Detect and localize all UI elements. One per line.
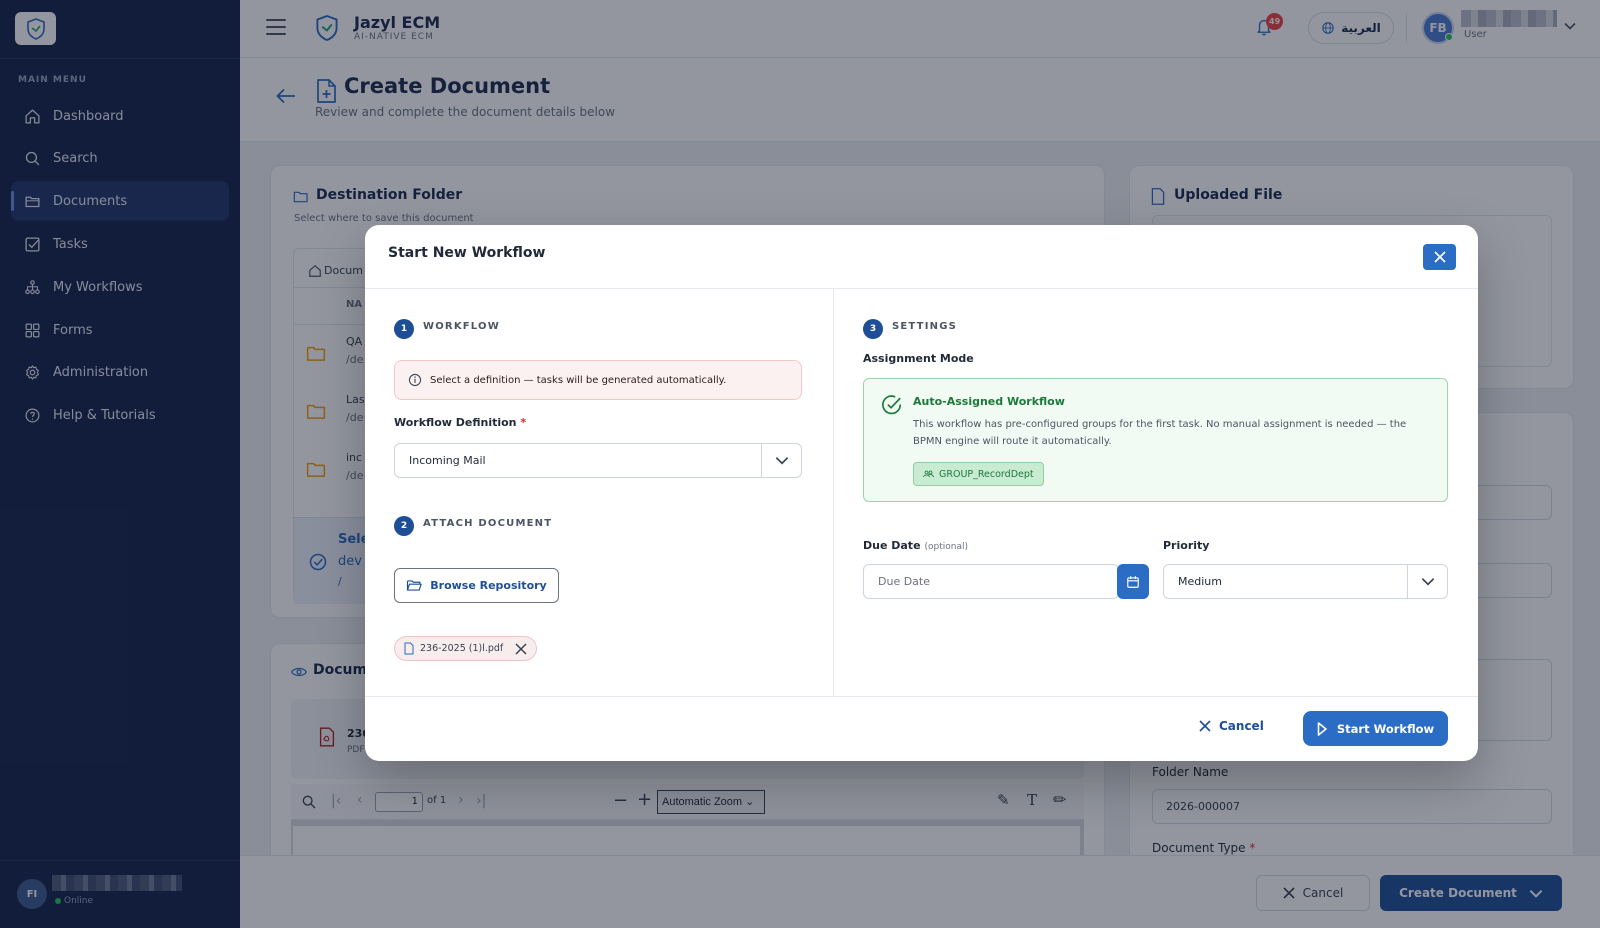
due-date-label-text: Due Date bbox=[863, 539, 921, 552]
check-circle-icon bbox=[882, 395, 902, 415]
modal-column-divider bbox=[833, 289, 834, 696]
required-mark: * bbox=[520, 416, 527, 429]
browse-repository-button[interactable]: Browse Repository bbox=[394, 568, 559, 603]
due-date-label: Due Date (optional) bbox=[863, 539, 968, 552]
step-label-workflow: WORKFLOW bbox=[423, 321, 500, 332]
pdf-file-icon bbox=[404, 642, 414, 655]
remove-file-icon[interactable] bbox=[515, 642, 527, 655]
modal-header: Start New Workflow bbox=[365, 225, 1478, 289]
chevron-down-icon bbox=[775, 457, 788, 465]
definition-label: Workflow Definition * bbox=[394, 416, 526, 429]
start-workflow-modal: Start New Workflow 1 WORKFLOW Select a d… bbox=[365, 225, 1478, 761]
select-chevron bbox=[1407, 565, 1447, 598]
due-date-placeholder: Due Date bbox=[878, 575, 930, 588]
due-date-input[interactable]: Due Date bbox=[863, 564, 1119, 599]
definition-alert: Select a definition — tasks will be gene… bbox=[394, 360, 802, 400]
step-label-settings: SETTINGS bbox=[892, 321, 958, 332]
calendar-icon bbox=[1127, 575, 1139, 588]
step-label-attach-document: ATTACH DOCUMENT bbox=[423, 518, 553, 529]
assignment-mode-label: Assignment Mode bbox=[863, 352, 974, 365]
folder-open-icon bbox=[407, 580, 423, 591]
start-workflow-label: Start Workflow bbox=[1336, 721, 1435, 736]
close-icon bbox=[1433, 251, 1446, 263]
group-chip-label: GROUP_RecordDept bbox=[939, 468, 1034, 480]
start-workflow-button[interactable]: Start Workflow bbox=[1303, 711, 1448, 746]
browse-repository-label: Browse Repository bbox=[430, 579, 547, 592]
calendar-button[interactable] bbox=[1117, 564, 1149, 599]
workflow-definition-select[interactable]: Incoming Mail bbox=[394, 443, 802, 478]
modal-title: Start New Workflow bbox=[388, 245, 546, 261]
modal-footer-divider bbox=[365, 696, 1478, 697]
info-icon bbox=[408, 373, 422, 387]
alert-text: Select a definition — tasks will be gene… bbox=[430, 374, 727, 386]
workflow-definition-value: Incoming Mail bbox=[409, 454, 486, 467]
priority-label: Priority bbox=[1163, 539, 1210, 552]
priority-select[interactable]: Medium bbox=[1163, 564, 1448, 599]
attached-file-chip: 236-2025 (1)l.pdf bbox=[394, 636, 537, 661]
definition-label-text: Workflow Definition bbox=[394, 416, 517, 429]
priority-value: Medium bbox=[1178, 575, 1222, 588]
due-date-optional: (optional) bbox=[924, 542, 969, 552]
close-icon bbox=[1199, 720, 1211, 732]
group-chip: GROUP_RecordDept bbox=[913, 462, 1044, 486]
modal-cancel-label: Cancel bbox=[1219, 719, 1264, 733]
step-number: 3 bbox=[863, 319, 883, 339]
users-icon bbox=[923, 470, 934, 478]
attached-file-name: 236-2025 (1)l.pdf bbox=[420, 643, 504, 654]
modal-cancel-button[interactable]: Cancel bbox=[1199, 712, 1271, 740]
step-number: 2 bbox=[394, 516, 414, 536]
auto-assigned-panel: Auto-Assigned Workflow This workflow has… bbox=[863, 378, 1448, 502]
step-number: 1 bbox=[394, 319, 414, 339]
select-chevron bbox=[761, 444, 801, 477]
chevron-down-icon bbox=[1421, 578, 1434, 586]
auto-assigned-title: Auto-Assigned Workflow bbox=[913, 395, 1065, 408]
modal-close-button[interactable] bbox=[1423, 244, 1456, 270]
play-icon bbox=[1317, 721, 1327, 736]
auto-assigned-description: This workflow has pre-configured groups … bbox=[913, 419, 1407, 447]
